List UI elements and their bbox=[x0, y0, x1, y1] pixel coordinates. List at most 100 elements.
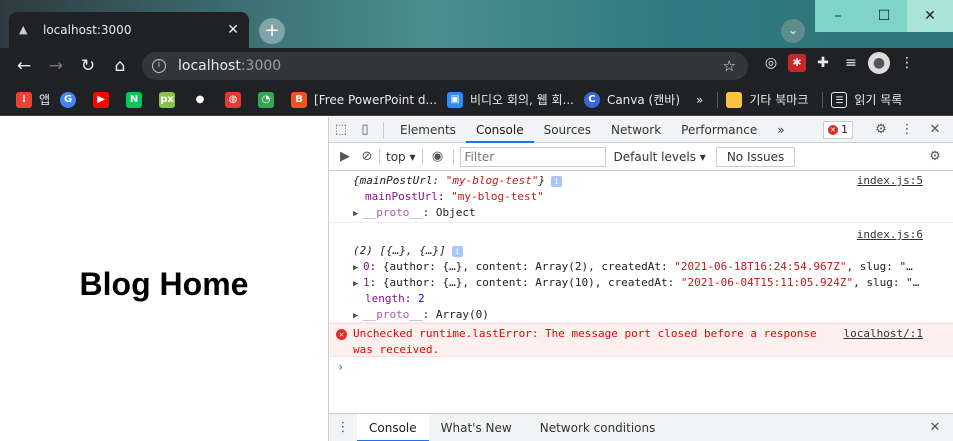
extension-red-icon[interactable]: ✱ bbox=[788, 54, 806, 72]
error-count: 1 bbox=[841, 123, 848, 136]
devtools-menu-icon[interactable]: ⋮ bbox=[895, 122, 919, 137]
proto-key: __proto__ bbox=[363, 308, 423, 321]
title-bar: ▲ localhost:3000 ✕ + ⌄ – ☐ ✕ bbox=[0, 0, 953, 48]
other-bookmarks-folder[interactable]: ■ 기타 북마크 bbox=[726, 91, 808, 108]
log-source-link[interactable]: index.js:5 bbox=[857, 173, 923, 189]
proto-row[interactable]: ▶ __proto__: Object bbox=[353, 205, 953, 221]
px-icon: px bbox=[159, 91, 176, 108]
drawer-menu-icon[interactable]: ⋮ bbox=[329, 420, 357, 435]
object-property: mainPostUrl: "my-blog-test" bbox=[365, 190, 544, 203]
bookmark-item[interactable]: C Canva (캔바) bbox=[583, 91, 680, 108]
drawer-tab-console[interactable]: Console bbox=[357, 413, 429, 441]
log-levels-dropdown[interactable]: Default levels ▾ bbox=[614, 150, 706, 164]
profile-avatar[interactable]: ● bbox=[868, 52, 890, 74]
expand-triangle-icon[interactable]: ▶ bbox=[353, 276, 363, 291]
bookmark-item[interactable]: ◍ bbox=[225, 91, 248, 108]
expand-triangle-icon[interactable]: ▶ bbox=[353, 308, 363, 323]
clear-console-icon[interactable]: ⊘ bbox=[355, 149, 379, 164]
proto-row[interactable]: ▶ __proto__: Array(0) bbox=[353, 307, 953, 323]
proto-value: Object bbox=[435, 206, 476, 219]
minimize-button[interactable]: – bbox=[815, 0, 861, 32]
error-icon: ✕ bbox=[828, 125, 838, 135]
filter-input[interactable] bbox=[459, 146, 606, 167]
forward-icon[interactable]: → bbox=[40, 56, 72, 76]
console-prompt[interactable]: › bbox=[329, 357, 953, 377]
devtools-drawer: ⋮ Console What's New Network conditions … bbox=[329, 413, 953, 441]
info-icon[interactable]: i bbox=[451, 246, 463, 257]
extension-target-icon[interactable]: ◎ bbox=[760, 52, 782, 74]
blogger-icon: B bbox=[291, 91, 308, 108]
close-tab-icon[interactable]: ✕ bbox=[227, 22, 239, 38]
close-window-button[interactable]: ✕ bbox=[907, 0, 953, 32]
divider bbox=[452, 148, 454, 165]
error-count-badge[interactable]: ✕ 1 bbox=[823, 121, 853, 139]
console-settings-icon[interactable]: ⚙ bbox=[923, 149, 947, 164]
extensions-puzzle-icon[interactable]: ✚ bbox=[812, 52, 834, 74]
bookmark-item[interactable]: B [Free PowerPoint d... bbox=[291, 91, 437, 108]
drawer-tab-network-conditions[interactable]: Network conditions bbox=[528, 414, 668, 441]
bookmark-item[interactable]: G bbox=[60, 91, 83, 108]
close-devtools-icon[interactable]: ✕ bbox=[923, 122, 947, 137]
error-source-link[interactable]: localhost/:1 bbox=[844, 326, 923, 342]
error-entry: ✕ localhost/:1 Unchecked runtime.lastErr… bbox=[329, 323, 953, 357]
site-info-icon[interactable]: i bbox=[152, 59, 166, 73]
levels-label: Default levels bbox=[613, 149, 696, 164]
close-drawer-icon[interactable]: ✕ bbox=[923, 420, 947, 435]
prompt-chevron-icon: › bbox=[337, 360, 345, 374]
array-summary[interactable]: ▼(2) [{…}, {…}]i bbox=[353, 243, 953, 259]
divider bbox=[717, 91, 719, 108]
context-selector[interactable]: top ▾ bbox=[386, 150, 416, 164]
expand-triangle-icon[interactable]: ▶ bbox=[353, 260, 363, 275]
info-icon[interactable]: i bbox=[551, 176, 563, 187]
bookmark-item[interactable]: N bbox=[126, 91, 149, 108]
browser-tab[interactable]: ▲ localhost:3000 ✕ bbox=[9, 12, 249, 48]
log-source-link[interactable]: index.js:6 bbox=[857, 227, 923, 243]
new-tab-button[interactable]: + bbox=[259, 18, 285, 44]
bookmark-item[interactable]: ◔ bbox=[258, 91, 281, 108]
bookmarks-more-button[interactable]: » bbox=[696, 93, 703, 107]
bookmark-item[interactable]: px bbox=[159, 91, 182, 108]
bookmark-item[interactable]: ⁞ 앱 bbox=[16, 91, 50, 108]
inspect-element-icon[interactable]: ⬚ bbox=[329, 122, 353, 137]
settings-gear-icon[interactable]: ⚙ bbox=[869, 122, 893, 137]
tab-search-icon[interactable]: ⌄ bbox=[781, 19, 805, 43]
naver-icon: N bbox=[126, 91, 143, 108]
drawer-tab-whats-new[interactable]: What's New bbox=[429, 414, 524, 441]
bookmark-star-icon[interactable]: ☆ bbox=[723, 57, 736, 75]
tab-network[interactable]: Network bbox=[601, 117, 671, 143]
divider bbox=[379, 148, 380, 165]
reading-list-button[interactable]: ☰ 읽기 목록 bbox=[831, 91, 902, 108]
tab-console[interactable]: Console bbox=[465, 117, 534, 143]
bookmark-item[interactable]: ● bbox=[192, 91, 215, 108]
sidebar-toggle-icon[interactable]: ▶ bbox=[335, 149, 355, 164]
length-key: length bbox=[365, 292, 405, 305]
device-toolbar-icon[interactable]: ▯ bbox=[353, 122, 377, 137]
green-icon: ◔ bbox=[258, 91, 275, 108]
property-value: "my-blog-test" bbox=[451, 190, 544, 203]
home-icon[interactable]: ⌂ bbox=[104, 56, 136, 76]
tab-elements[interactable]: Elements bbox=[390, 117, 466, 143]
media-control-icon[interactable]: ≡ bbox=[840, 52, 862, 74]
page-heading: Blog Home bbox=[79, 265, 249, 302]
expand-triangle-icon[interactable]: ▶ bbox=[353, 206, 363, 221]
tab-performance[interactable]: Performance bbox=[671, 117, 767, 143]
issues-button[interactable]: No Issues bbox=[715, 146, 796, 167]
youtube-icon: ▶ bbox=[93, 91, 110, 108]
array-item-0[interactable]: ▶ 0: {author: {…}, content: Array(2), cre… bbox=[353, 259, 953, 275]
live-expression-eye-icon[interactable]: ◉ bbox=[423, 149, 453, 164]
more-tabs-button[interactable]: » bbox=[767, 117, 794, 143]
folder-icon: ■ bbox=[726, 91, 743, 108]
reload-icon[interactable]: ↻ bbox=[72, 56, 104, 76]
tab-sources[interactable]: Sources bbox=[534, 117, 601, 143]
bookmark-item[interactable]: ▣ 비디오 회의, 웹 회... bbox=[446, 91, 574, 108]
error-message-line-2: was received. bbox=[353, 343, 440, 356]
menu-icon[interactable]: ⋮ bbox=[896, 52, 918, 74]
maximize-button[interactable]: ☐ bbox=[861, 0, 907, 32]
bookmarks-bar: ⁞ 앱 G ▶ Npx ● ◍ ◔ B [Free PowerPoint d... ▣ 비디오 회의,… bbox=[0, 84, 953, 116]
bookmark-item[interactable]: ▶ bbox=[93, 91, 116, 108]
back-icon[interactable]: ← bbox=[8, 56, 40, 76]
address-bar[interactable]: i localhost:3000 ☆ bbox=[142, 52, 748, 80]
extensions-area: ◎ ✱ ✚ ≡ ● ⋮ bbox=[760, 52, 918, 74]
summary-value: "my-blog-test" bbox=[445, 174, 539, 187]
array-item-1[interactable]: ▶ 1: {author: {…}, content: Array(10), cr… bbox=[353, 275, 953, 291]
